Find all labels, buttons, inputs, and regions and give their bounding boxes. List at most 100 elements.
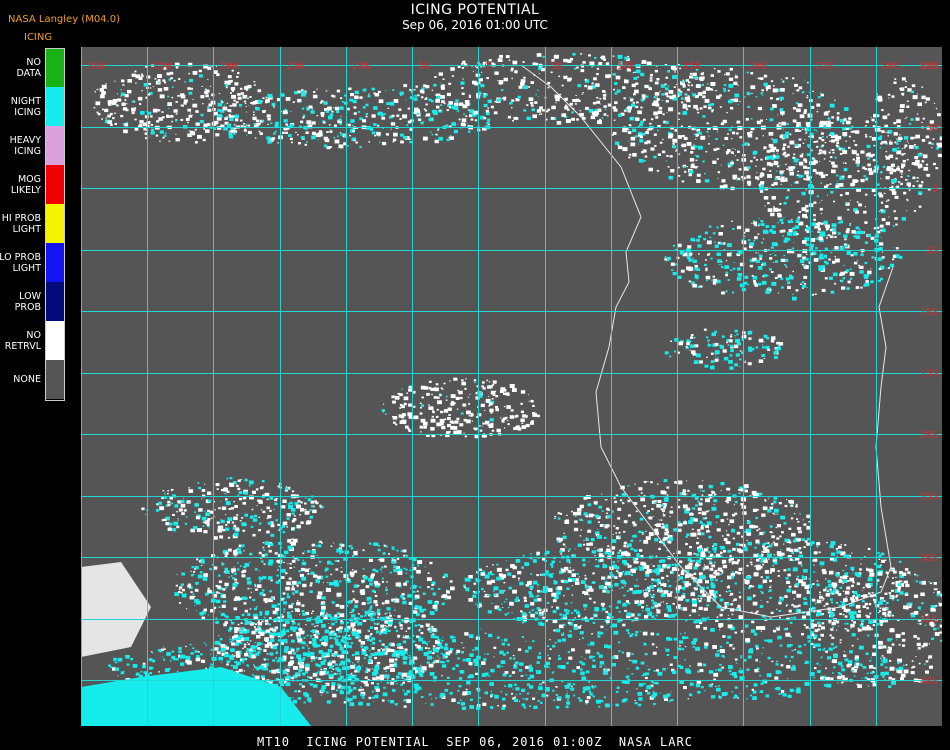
cloud-pixel xyxy=(234,114,239,119)
cloud-pixel xyxy=(255,606,258,608)
cloud-pixel xyxy=(657,153,661,156)
cloud-pixel xyxy=(257,99,262,103)
cloud-pixel xyxy=(753,220,755,222)
cloud-pixel xyxy=(439,104,442,106)
cloud-pixel xyxy=(766,275,769,277)
cloud-pixel xyxy=(880,229,882,231)
cloud-pixel xyxy=(542,55,545,58)
cloud-pixel xyxy=(717,177,719,179)
cloud-pixel xyxy=(725,260,728,262)
cloud-pixel xyxy=(444,598,447,600)
cloud-pixel xyxy=(678,175,681,177)
cloud-pixel xyxy=(649,122,652,125)
cloud-pixel xyxy=(701,83,704,86)
cloud-pixel xyxy=(171,120,173,123)
cloud-pixel xyxy=(175,101,178,103)
cloud-pixel xyxy=(378,583,381,586)
cloud-pixel xyxy=(354,604,358,608)
cloud-pixel xyxy=(879,194,884,198)
cloud-pixel xyxy=(424,566,426,568)
cloud-pixel xyxy=(836,135,842,140)
cloud-pixel xyxy=(906,182,911,186)
cloud-pixel xyxy=(826,237,828,239)
cloud-pixel xyxy=(242,569,247,573)
cloud-pixel xyxy=(325,110,330,113)
cloud-pixel xyxy=(805,225,808,227)
cloud-pixel xyxy=(473,379,477,382)
cloud-pixel xyxy=(446,595,452,600)
cloud-pixel xyxy=(824,142,827,144)
product-label: ICING xyxy=(24,32,53,43)
cloud-pixel xyxy=(315,579,320,583)
cloud-pixel xyxy=(438,109,441,112)
cloud-pixel xyxy=(729,67,733,71)
cloud-pixel xyxy=(795,220,800,223)
cloud-pixel xyxy=(291,559,296,563)
cloud-pixel xyxy=(420,407,422,409)
cloud-pixel xyxy=(596,96,599,99)
cloud-pixel xyxy=(828,276,833,280)
cloud-pixel xyxy=(816,103,821,107)
cloud-pixel xyxy=(125,108,129,112)
cloud-pixel xyxy=(415,585,418,588)
cloud-pixel xyxy=(781,531,784,534)
cloud-pixel xyxy=(167,503,171,507)
cloud-pixel xyxy=(117,98,122,102)
cloud-pixel xyxy=(275,121,279,125)
cloud-pixel xyxy=(529,585,534,589)
cloud-pixel xyxy=(416,645,421,649)
cloud-pixel xyxy=(781,78,783,80)
cloud-pixel xyxy=(520,84,524,87)
cloud-pixel xyxy=(228,114,231,116)
cloud-pixel xyxy=(337,560,340,562)
cloud-pixel xyxy=(264,553,268,557)
cloud-pixel xyxy=(830,290,835,294)
cloud-pixel xyxy=(479,568,482,571)
cloud-pixel xyxy=(334,614,338,617)
cloud-pixel xyxy=(672,271,677,276)
cloud-pixel xyxy=(498,573,503,577)
cloud-pixel xyxy=(282,554,284,556)
legend-item-label: MOG LIKELY xyxy=(10,173,41,196)
cloud-pixel xyxy=(600,625,604,629)
cloud-pixel xyxy=(296,601,301,606)
cloud-pixel xyxy=(448,83,451,85)
cloud-pixel xyxy=(490,422,494,426)
legend-swatch xyxy=(46,243,64,282)
cloud-pixel xyxy=(404,618,410,622)
cloud-pixel xyxy=(662,581,664,583)
cloud-pixel xyxy=(827,117,831,120)
cloud-pixel xyxy=(125,103,128,105)
cloud-pixel xyxy=(413,656,417,660)
cloud-pixel xyxy=(385,545,388,548)
cloud-pixel xyxy=(290,110,292,112)
cloud-pixel xyxy=(865,153,870,157)
cloud-pixel xyxy=(876,183,880,186)
cloud-pixel xyxy=(414,94,417,97)
cloud-pixel xyxy=(173,521,179,526)
cloud-pixel xyxy=(734,75,739,79)
cloud-pixel xyxy=(921,95,926,100)
cloud-pixel xyxy=(757,106,763,111)
cloud-pixel xyxy=(863,284,867,287)
cloud-pixel xyxy=(828,258,831,261)
cloud-pixel xyxy=(186,117,190,120)
cloud-pixel xyxy=(350,673,353,675)
cloud-pixel xyxy=(434,76,437,78)
cloud-pixel xyxy=(298,570,301,573)
cloud-pixel xyxy=(248,480,254,485)
cloud-pixel xyxy=(534,611,539,615)
cloud-pixel xyxy=(935,167,939,170)
cloud-pixel xyxy=(380,648,382,649)
cloud-pixel xyxy=(820,120,824,124)
cloud-pixel xyxy=(804,170,810,175)
cloud-pixel xyxy=(732,177,736,180)
cloud-pixel xyxy=(240,119,243,122)
cloud-pixel xyxy=(327,115,333,120)
cloud-pixel xyxy=(936,142,940,146)
cloud-pixel xyxy=(924,101,927,104)
cloud-pixel xyxy=(285,486,287,488)
cloud-pixel xyxy=(812,169,817,172)
cloud-pixel xyxy=(700,498,703,501)
cloud-pixel xyxy=(422,642,424,644)
